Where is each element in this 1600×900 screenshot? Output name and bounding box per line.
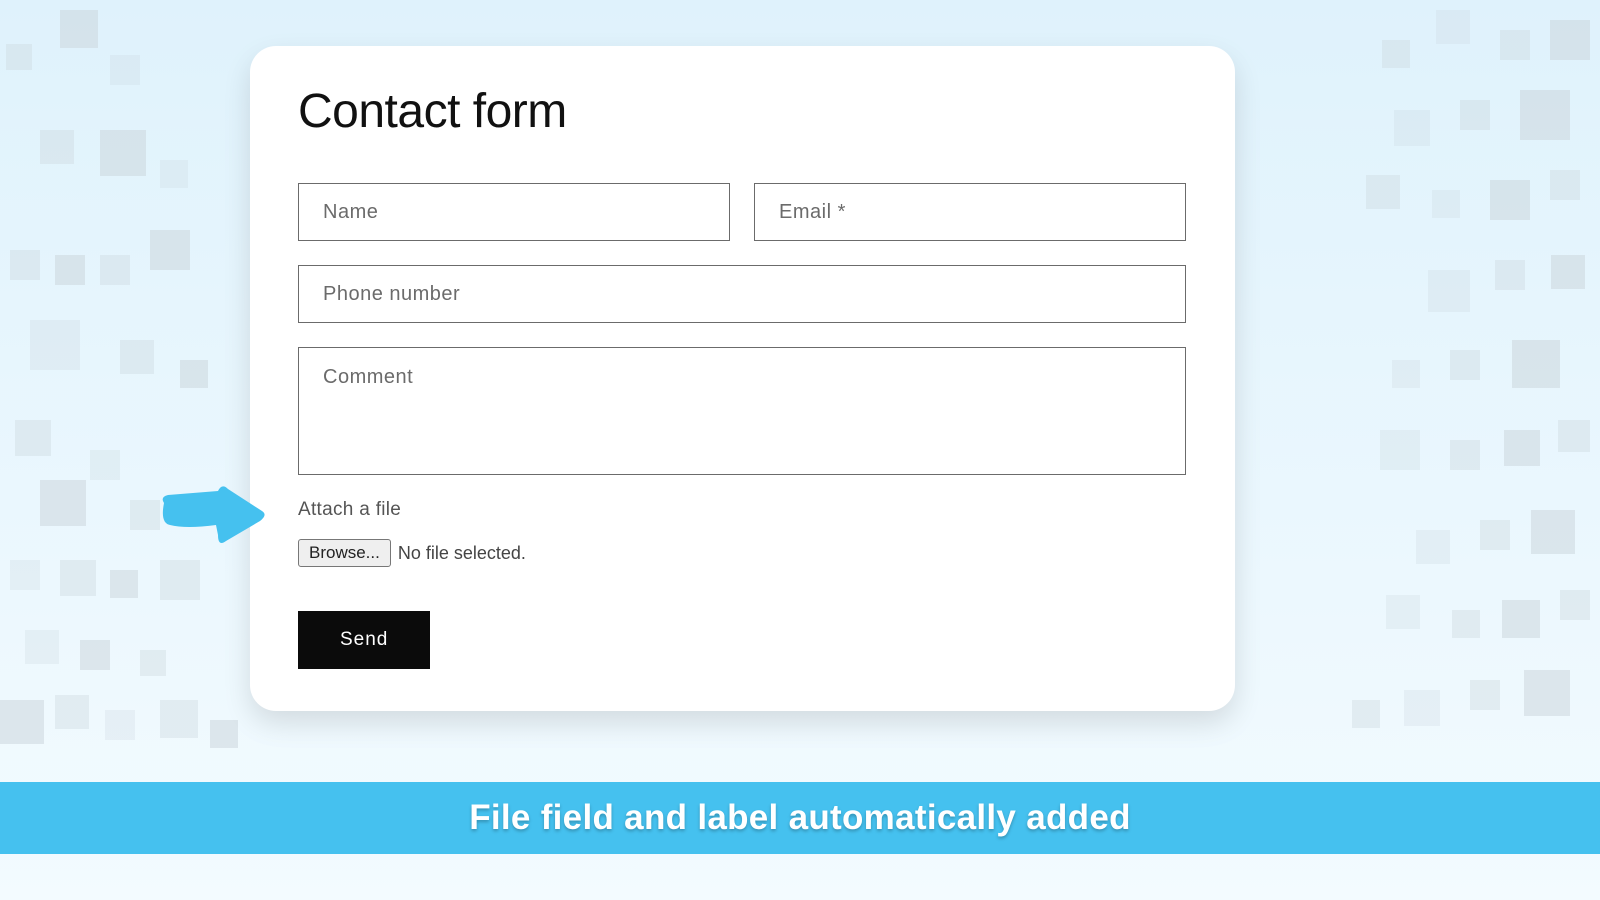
phone-row bbox=[298, 265, 1187, 323]
contact-form-card: Contact form Attach a file Browse... No … bbox=[250, 46, 1235, 711]
send-button[interactable]: Send bbox=[298, 611, 430, 669]
email-field[interactable] bbox=[754, 183, 1186, 241]
browse-button[interactable]: Browse... bbox=[298, 539, 391, 567]
comment-field[interactable] bbox=[298, 347, 1186, 475]
callout-arrow-icon bbox=[156, 475, 266, 547]
phone-field[interactable] bbox=[298, 265, 1186, 323]
banner-text: File field and label automatically added bbox=[469, 798, 1131, 838]
comment-row bbox=[298, 347, 1187, 475]
name-email-row bbox=[298, 183, 1187, 241]
attach-file-label: Attach a file bbox=[298, 499, 1187, 521]
file-input-row: Browse... No file selected. bbox=[298, 539, 1187, 567]
name-field[interactable] bbox=[298, 183, 730, 241]
attach-file-section: Attach a file Browse... No file selected… bbox=[298, 499, 1187, 567]
form-title: Contact form bbox=[298, 84, 1187, 139]
info-banner: File field and label automatically added bbox=[0, 782, 1600, 854]
file-selected-status: No file selected. bbox=[398, 543, 526, 564]
